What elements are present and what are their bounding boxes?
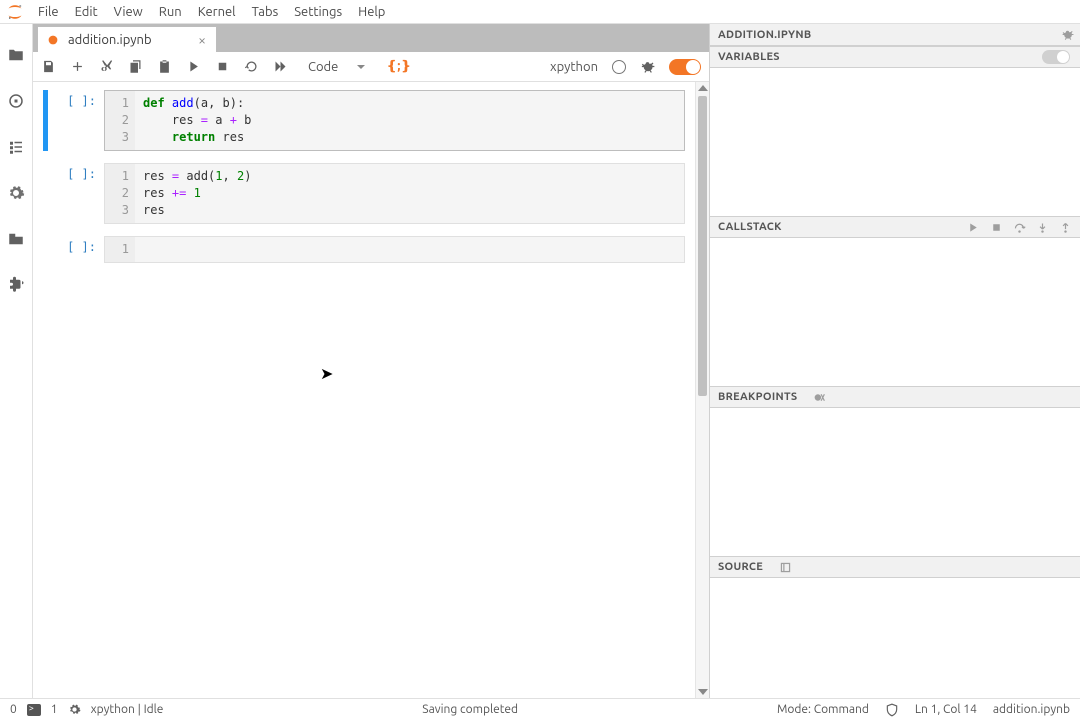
cell-input[interactable]: 1 2 3def add(a, b): res = a + b return r… xyxy=(104,90,685,151)
variables-view-toggle[interactable] xyxy=(1042,50,1070,64)
activity-bar xyxy=(0,24,33,698)
line-gutter: 1 2 3 xyxy=(105,164,135,223)
scrollbar-thumb[interactable] xyxy=(698,96,707,396)
code-cell[interactable]: [ ]:1 2 3def add(a, b): res = a + b retu… xyxy=(43,90,685,151)
kernel-status-icon[interactable] xyxy=(612,60,626,74)
menubar: File Edit View Run Kernel Tabs Settings … xyxy=(0,0,1080,24)
toc-icon[interactable] xyxy=(7,138,25,156)
tab-notebook[interactable]: addition.ipynb × xyxy=(37,26,217,52)
kernel-name[interactable]: xpython xyxy=(550,60,598,74)
restart-icon[interactable] xyxy=(244,59,259,74)
menu-tabs[interactable]: Tabs xyxy=(244,3,287,21)
folder-icon[interactable] xyxy=(7,46,25,64)
cell-input[interactable]: 1 2 3res = add(1, 2) res += 1 res xyxy=(104,163,685,224)
add-cell-icon[interactable] xyxy=(70,59,85,74)
line-gutter: 1 2 3 xyxy=(105,91,135,150)
breakpoints-body xyxy=(710,408,1080,556)
save-icon[interactable] xyxy=(41,59,56,74)
notebook-area[interactable]: [ ]:1 2 3def add(a, b): res = a + b retu… xyxy=(33,82,695,698)
step-out-icon[interactable] xyxy=(1059,221,1072,234)
cell-prompt: [ ]: xyxy=(48,90,104,151)
status-count-1[interactable]: 1 xyxy=(51,703,58,716)
notebook-toolbar: Code ❴;❵ xpython xyxy=(33,52,709,82)
copy-icon[interactable] xyxy=(128,59,143,74)
status-count-0[interactable]: 0 xyxy=(10,703,17,716)
bug-icon[interactable] xyxy=(1061,28,1074,41)
run-icon[interactable] xyxy=(186,59,201,74)
scroll-up-icon[interactable] xyxy=(698,85,708,91)
menu-view[interactable]: View xyxy=(106,3,151,21)
bug-icon[interactable] xyxy=(640,59,655,74)
cell-type-value: Code xyxy=(308,60,338,74)
step-over-icon[interactable] xyxy=(1013,221,1026,234)
scroll-down-icon[interactable] xyxy=(698,689,708,695)
breakpoints-header[interactable]: BREAKPOINTS xyxy=(710,386,1080,408)
extension-icon[interactable] xyxy=(7,276,25,294)
menu-file[interactable]: File xyxy=(30,3,67,21)
code-cell[interactable]: [ ]:1 2 3res = add(1, 2) res += 1 res xyxy=(43,163,685,224)
render-icon[interactable]: ❴;❵ xyxy=(386,59,411,74)
status-mode[interactable]: Mode: Command xyxy=(777,703,869,716)
cell-input[interactable]: 1 xyxy=(104,236,685,263)
menu-settings[interactable]: Settings xyxy=(286,3,350,21)
running-icon[interactable] xyxy=(7,92,25,110)
callstack-header[interactable]: CALLSTACK xyxy=(710,216,1080,238)
cell-prompt: [ ]: xyxy=(48,236,104,263)
status-filename[interactable]: addition.ipynb xyxy=(993,703,1070,716)
status-cursor-pos[interactable]: Ln 1, Col 14 xyxy=(915,703,977,716)
jupyter-logo-icon xyxy=(6,3,24,21)
terminal-icon[interactable] xyxy=(27,704,41,716)
debugger-title: ADDITION.IPYNB xyxy=(710,24,1080,46)
code-editor[interactable] xyxy=(135,237,684,262)
code-editor[interactable]: res = add(1, 2) res += 1 res xyxy=(135,164,684,223)
source-header[interactable]: SOURCE xyxy=(710,556,1080,578)
menu-edit[interactable]: Edit xyxy=(67,3,106,21)
code-editor[interactable]: def add(a, b): res = a + b return res xyxy=(135,91,684,150)
chevron-down-icon xyxy=(356,62,366,72)
menu-kernel[interactable]: Kernel xyxy=(190,3,244,21)
tab-title: addition.ipynb xyxy=(68,33,190,47)
debugger-panel: ADDITION.IPYNB VARIABLES CALLSTACK BREAK… xyxy=(709,24,1080,698)
status-bar: 0 1 xpython | Idle Saving completed Mode… xyxy=(0,698,1080,720)
code-cell[interactable]: [ ]:1 xyxy=(43,236,685,263)
cut-icon[interactable] xyxy=(99,59,114,74)
status-kernel[interactable]: xpython | Idle xyxy=(91,703,164,716)
tab-bar: addition.ipynb × xyxy=(33,24,709,52)
variables-header[interactable]: VARIABLES xyxy=(710,46,1080,68)
trusted-icon[interactable] xyxy=(885,703,899,717)
clear-breakpoints-icon[interactable] xyxy=(813,391,826,404)
vertical-scrollbar[interactable] xyxy=(695,82,709,698)
source-body xyxy=(710,578,1080,698)
menu-run[interactable]: Run xyxy=(151,3,190,21)
pause-icon[interactable] xyxy=(990,221,1003,234)
run-all-icon[interactable] xyxy=(273,59,288,74)
notebook-file-icon xyxy=(46,33,60,47)
cell-type-dropdown[interactable]: Code xyxy=(302,58,372,76)
callstack-body xyxy=(710,238,1080,386)
settings-icon[interactable] xyxy=(7,184,25,202)
tabs-icon[interactable] xyxy=(7,230,25,248)
continue-icon[interactable] xyxy=(967,221,980,234)
cell-prompt: [ ]: xyxy=(48,163,104,224)
step-into-icon[interactable] xyxy=(1036,221,1049,234)
gear-icon[interactable] xyxy=(68,703,81,716)
variables-body xyxy=(710,68,1080,216)
line-gutter: 1 xyxy=(105,237,135,262)
paste-icon[interactable] xyxy=(157,59,172,74)
status-message: Saving completed xyxy=(177,703,763,716)
close-icon[interactable]: × xyxy=(198,33,206,47)
debugger-toggle[interactable] xyxy=(669,59,701,75)
open-source-icon[interactable] xyxy=(779,561,792,574)
menu-help[interactable]: Help xyxy=(350,3,393,21)
stop-icon[interactable] xyxy=(215,59,230,74)
